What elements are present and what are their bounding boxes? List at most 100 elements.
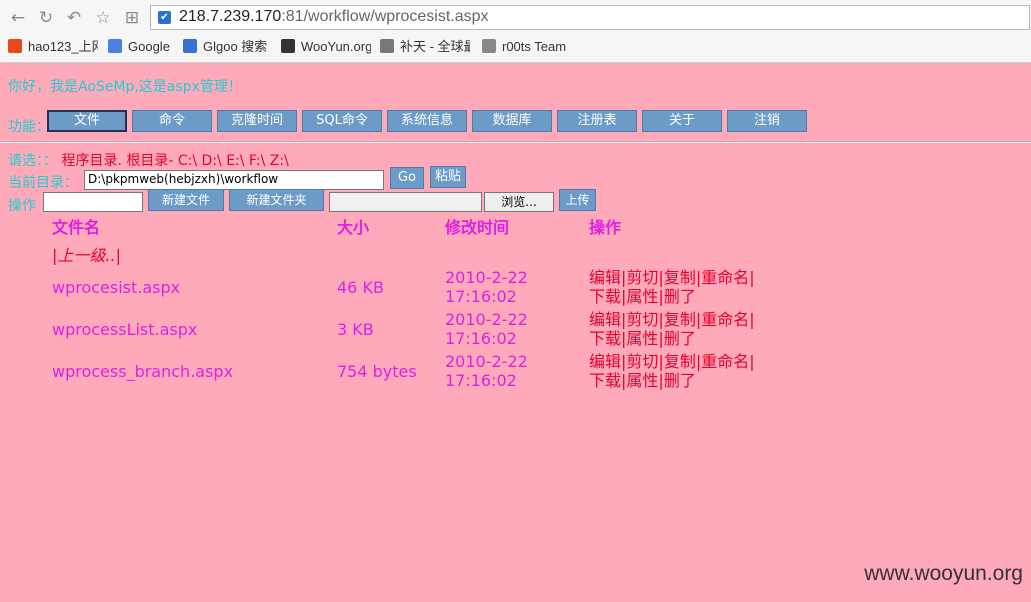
grid-icon[interactable]: ⊞ <box>122 8 142 28</box>
ops-line: 编辑|剪切|复制|重命名| <box>589 310 755 329</box>
func-button-4[interactable]: 系统信息 <box>387 110 467 132</box>
page-icon <box>482 39 496 53</box>
func-button-0[interactable]: 文件 <box>47 110 127 132</box>
op-link[interactable]: 复制 <box>664 310 696 329</box>
op-link[interactable]: 删了 <box>664 287 696 306</box>
file-size: 3 KB <box>337 320 374 339</box>
address-bar[interactable]: ✔ 218.7.239.170:81/workflow/wprocesist.a… <box>150 5 1030 30</box>
new-name-input[interactable] <box>43 192 143 212</box>
operation-label: 操作 <box>8 198 36 214</box>
drive-links[interactable]: C:\ D:\ E:\ F:\ Z:\ <box>178 153 289 169</box>
func-button-8[interactable]: 注销 <box>727 110 807 132</box>
op-link[interactable]: 复制 <box>664 352 696 371</box>
bookmark-3[interactable]: WooYun.org <box>281 38 371 56</box>
file-date: 2010-2-22 <box>445 310 528 329</box>
op-link[interactable]: 重命名 <box>701 310 749 329</box>
op-link[interactable]: 下载 <box>589 371 621 390</box>
bookmark-label: 补天 - 全球最 <box>400 39 470 54</box>
op-link[interactable]: 剪切 <box>626 268 658 287</box>
op-link[interactable]: 编辑 <box>589 352 621 371</box>
current-dir-input[interactable]: D:\pkpmweb(hebjzxh)\workflow <box>84 170 384 190</box>
op-link[interactable]: 编辑 <box>589 268 621 287</box>
op-link[interactable]: 属性 <box>626 371 658 390</box>
ops-line: 编辑|剪切|复制|重命名| <box>589 352 755 371</box>
bookmark-label: Google <box>128 39 170 54</box>
greeting-text: 你好，我是AoSeMp,这是aspx管理！ <box>8 79 242 95</box>
address-text: 218.7.239.170:81/workflow/wprocesist.asp… <box>179 8 489 25</box>
func-button-3[interactable]: SQL命令 <box>302 110 382 132</box>
file-date: 2010-2-22 <box>445 352 528 371</box>
bookmark-label: WooYun.org <box>301 39 371 54</box>
reload-icon[interactable]: ↻ <box>36 8 56 28</box>
op-link[interactable]: 删了 <box>664 329 696 348</box>
browser-toolbar: ← ↻ ↶ ☆ ⊞ ✔ 218.7.239.170:81/workflow/wp… <box>0 0 1031 63</box>
file-time: 17:16:02 <box>445 287 517 306</box>
divider <box>0 141 1031 143</box>
bookmark-4[interactable]: 补天 - 全球最 <box>380 38 470 56</box>
function-label: 功能： <box>8 119 50 135</box>
back-icon[interactable]: ← <box>8 8 28 28</box>
func-button-6[interactable]: 注册表 <box>557 110 637 132</box>
op-separator: | <box>749 268 755 287</box>
path-row: 请选：： 程序目录. 根目录- C:\ D:\ E:\ F:\ Z:\ <box>8 150 289 170</box>
file-size: 754 bytes <box>337 362 417 381</box>
file-date: 2010-2-22 <box>445 268 528 287</box>
go-button[interactable]: Go <box>390 167 424 189</box>
op-link[interactable]: 删了 <box>664 371 696 390</box>
op-link[interactable]: 属性 <box>626 329 658 348</box>
bookmark-0[interactable]: hao123_上网 <box>8 38 98 56</box>
bookmark-label: Glgoo 搜索 <box>203 39 268 54</box>
op-link[interactable]: 属性 <box>626 287 658 306</box>
program-dir-link[interactable]: 程序目录. <box>61 153 121 169</box>
op-link[interactable]: 下载 <box>589 329 621 348</box>
browse-button[interactable]: 浏览... <box>484 192 554 212</box>
op-link[interactable]: 剪切 <box>626 310 658 329</box>
bookmark-1[interactable]: Google <box>108 38 176 56</box>
header-ops: 操作 <box>589 218 622 237</box>
func-button-2[interactable]: 克隆时间 <box>217 110 297 132</box>
header-size: 大小 <box>337 218 370 237</box>
file-name-link[interactable]: wprocess_branch.aspx <box>52 362 233 381</box>
hao123-icon <box>8 39 22 53</box>
upload-button[interactable]: 上传 <box>559 189 596 211</box>
op-link[interactable]: 下载 <box>589 287 621 306</box>
ops-line: 下载|属性|删了 <box>589 329 696 348</box>
file-size: 46 KB <box>337 278 384 297</box>
file-name-link[interactable]: wprocesist.aspx <box>52 278 180 297</box>
ops-line: 编辑|剪切|复制|重命名| <box>589 268 755 287</box>
op-link[interactable]: 编辑 <box>589 310 621 329</box>
op-link[interactable]: 重命名 <box>701 268 749 287</box>
star-icon[interactable]: ☆ <box>93 8 113 28</box>
new-file-button[interactable]: 新建文件 <box>148 189 224 211</box>
wooyun-icon <box>281 39 295 53</box>
ops-line: 下载|属性|删了 <box>589 287 696 306</box>
please-label: 请选：： <box>8 153 57 169</box>
file-time: 17:16:02 <box>445 329 517 348</box>
root-dir-label: 根目录- <box>126 153 174 169</box>
shield-icon: ✔ <box>158 11 171 24</box>
func-button-1[interactable]: 命令 <box>132 110 212 132</box>
file-name-link[interactable]: wprocessList.aspx <box>52 320 197 339</box>
bookmark-label: hao123_上网 <box>28 39 98 54</box>
header-filename: 文件名 <box>52 218 101 237</box>
star-icon <box>380 39 394 53</box>
paste-button[interactable]: 粘贴 <box>430 166 466 188</box>
func-button-7[interactable]: 关于 <box>642 110 722 132</box>
glgoo-icon <box>183 39 197 53</box>
op-link[interactable]: 重命名 <box>701 352 749 371</box>
op-link[interactable]: 剪切 <box>626 352 658 371</box>
op-link[interactable]: 复制 <box>664 268 696 287</box>
parent-dir-link[interactable]: |上一级..| <box>52 242 121 266</box>
header-mtime: 修改时间 <box>445 218 510 237</box>
op-separator: | <box>749 352 755 371</box>
upload-file-input[interactable] <box>329 192 482 212</box>
bookmark-5[interactable]: r00ts Team <box>482 38 572 56</box>
bookmark-2[interactable]: Glgoo 搜索 <box>183 38 273 56</box>
new-folder-button[interactable]: 新建文件夹 <box>229 189 324 211</box>
current-dir-label: 当前目录： <box>8 175 78 191</box>
file-time: 17:16:02 <box>445 371 517 390</box>
ops-line: 下载|属性|删了 <box>589 371 696 390</box>
func-button-5[interactable]: 数据库 <box>472 110 552 132</box>
undo-icon[interactable]: ↶ <box>64 8 84 28</box>
watermark: www.wooyun.org <box>864 562 1023 585</box>
